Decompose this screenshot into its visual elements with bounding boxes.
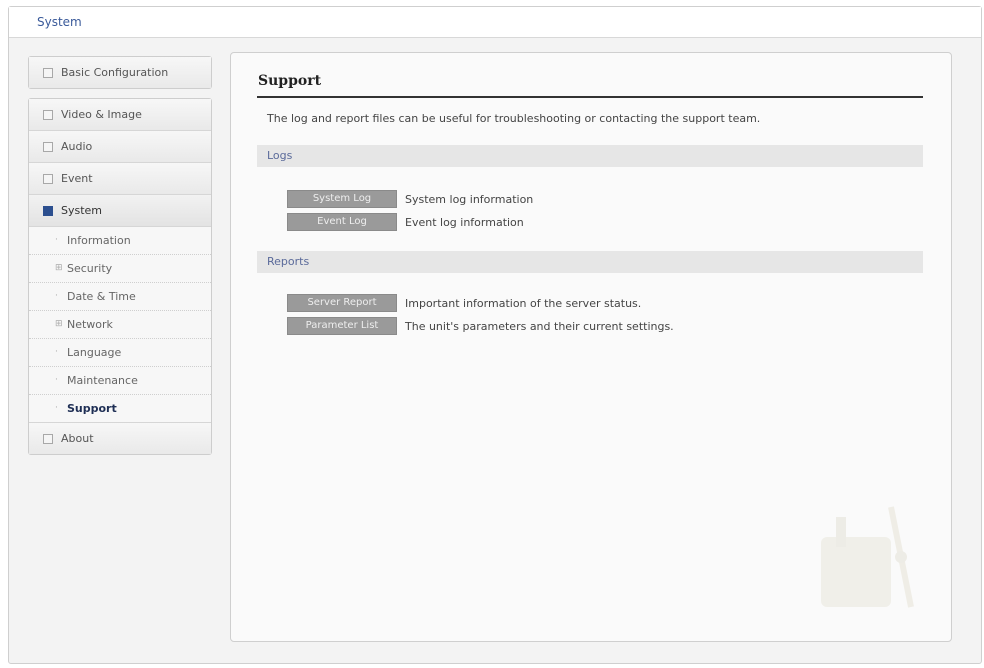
- bullet-icon: ·: [55, 375, 58, 385]
- subitem-label: Support: [67, 402, 117, 415]
- collapsed-square-icon: [43, 109, 53, 120]
- top-bar: System: [9, 7, 981, 38]
- collapsed-square-icon: [43, 67, 53, 78]
- bullet-icon: ·: [55, 291, 58, 301]
- collapsed-square-icon: [43, 173, 53, 184]
- subitem-label: Security: [67, 262, 113, 275]
- system-log-button[interactable]: System Log: [287, 190, 397, 208]
- system-submenu: · Information ⊞ Security · Date & Time ⊞…: [29, 227, 211, 423]
- sidebar-item-label: System: [61, 204, 103, 217]
- sidebar-subitem-information[interactable]: · Information: [29, 227, 211, 255]
- subitem-label: Date & Time: [67, 290, 136, 303]
- bullet-icon: ·: [55, 347, 58, 357]
- log-row-system: System Log System log information: [287, 190, 533, 208]
- reports-section-header: Reports: [257, 251, 923, 273]
- sidebar: Basic Configuration Video & Image Audio …: [28, 56, 212, 464]
- subitem-label: Maintenance: [67, 374, 138, 387]
- main-panel: Support The log and report files can be …: [230, 52, 952, 642]
- sidebar-subitem-maintenance[interactable]: · Maintenance: [29, 367, 211, 395]
- sidebar-item-about[interactable]: About: [29, 423, 211, 454]
- sidebar-item-system[interactable]: System: [29, 195, 211, 227]
- menu-group-main: Video & Image Audio Event System · Infor…: [28, 98, 212, 455]
- sidebar-subitem-security[interactable]: ⊞ Security: [29, 255, 211, 283]
- sidebar-item-video-image[interactable]: Video & Image: [29, 99, 211, 131]
- sidebar-item-basic-configuration[interactable]: Basic Configuration: [29, 57, 211, 88]
- subitem-label: Language: [67, 346, 122, 359]
- menu-group-basic: Basic Configuration: [28, 56, 212, 89]
- expand-plus-icon[interactable]: ⊞: [55, 311, 67, 338]
- event-log-description: Event log information: [405, 215, 524, 229]
- intro-text: The log and report files can be useful f…: [267, 112, 761, 125]
- sidebar-item-audio[interactable]: Audio: [29, 131, 211, 163]
- logs-section-header: Logs: [257, 145, 923, 167]
- sidebar-item-label: Audio: [61, 140, 93, 153]
- camera-watermark-icon: [821, 506, 914, 608]
- sidebar-item-label: About: [61, 432, 94, 445]
- log-row-event: Event Log Event log information: [287, 213, 524, 231]
- sidebar-subitem-support[interactable]: · Support: [29, 395, 211, 422]
- title-divider: [257, 96, 923, 98]
- subitem-label: Information: [67, 234, 131, 247]
- bullet-icon: ·: [55, 403, 58, 413]
- server-report-description: Important information of the server stat…: [405, 296, 642, 310]
- sidebar-subitem-network[interactable]: ⊞ Network: [29, 311, 211, 339]
- expand-plus-icon[interactable]: ⊞: [55, 255, 67, 282]
- sidebar-item-label: Basic Configuration: [61, 66, 169, 79]
- sidebar-item-label: Video & Image: [61, 108, 142, 121]
- collapsed-square-icon: [43, 141, 53, 152]
- subitem-label: Network: [67, 318, 113, 331]
- sidebar-item-label: Event: [61, 172, 93, 185]
- report-row-server: Server Report Important information of t…: [287, 294, 641, 312]
- parameter-list-description: The unit's parameters and their current …: [405, 319, 674, 333]
- system-log-description: System log information: [405, 192, 534, 206]
- sidebar-subitem-language[interactable]: · Language: [29, 339, 211, 367]
- parameter-list-button[interactable]: Parameter List: [287, 317, 397, 335]
- collapsed-square-icon: [43, 433, 53, 444]
- sidebar-item-event[interactable]: Event: [29, 163, 211, 195]
- event-log-button[interactable]: Event Log: [287, 213, 397, 231]
- report-row-parameter: Parameter List The unit's parameters and…: [287, 317, 674, 335]
- expanded-square-icon: [43, 205, 53, 216]
- page-title: Support: [258, 73, 322, 89]
- page-header-title: System: [37, 15, 82, 29]
- bullet-icon: ·: [55, 235, 58, 245]
- sidebar-subitem-date-time[interactable]: · Date & Time: [29, 283, 211, 311]
- server-report-button[interactable]: Server Report: [287, 294, 397, 312]
